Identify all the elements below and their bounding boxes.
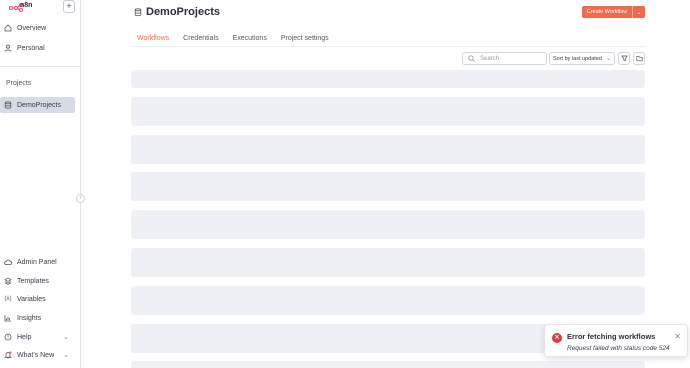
chevron-down-icon: ⌄ bbox=[63, 334, 69, 341]
tab-executions[interactable]: Executions bbox=[226, 33, 274, 47]
loading-placeholder-row bbox=[131, 70, 645, 88]
chevron-down-icon[interactable]: ⌄ bbox=[633, 9, 645, 16]
loading-placeholder-row bbox=[131, 97, 645, 126]
error-icon: ✕ bbox=[552, 333, 562, 343]
page-title-text: DemoProjects bbox=[146, 6, 220, 18]
search-icon bbox=[468, 55, 475, 62]
create-workflow-label: Create Workflow bbox=[586, 9, 628, 15]
tab-project-settings[interactable]: Project settings bbox=[274, 33, 336, 47]
toast-message: Request failed with status code 524 bbox=[567, 345, 670, 352]
sidebar-item-label: What's New bbox=[17, 351, 55, 359]
sidebar-item-templates[interactable]: Templates bbox=[3, 274, 75, 288]
chevron-down-icon: ⌄ bbox=[63, 352, 69, 359]
sidebar-item-insights[interactable]: Insights bbox=[3, 311, 75, 325]
folder-view-button[interactable] bbox=[633, 52, 645, 65]
sidebar-item-whats-new[interactable]: What's New ⌄ bbox=[3, 348, 75, 362]
add-button[interactable]: + bbox=[63, 0, 75, 13]
tab-workflows[interactable]: Workflows bbox=[130, 33, 177, 47]
sidebar-item-help[interactable]: ? Help ⌄ bbox=[3, 330, 75, 344]
collapse-sidebar-button[interactable]: ‹ bbox=[76, 194, 85, 203]
sidebar-item-label: Admin Panel bbox=[17, 258, 57, 266]
sidebar-item-label: Templates bbox=[17, 277, 49, 285]
sidebar: n8n + Overview Personal Projects DemoPro… bbox=[0, 0, 85, 368]
sidebar-item-personal[interactable]: Personal bbox=[3, 41, 75, 55]
page-title: DemoProjects bbox=[134, 6, 220, 18]
loading-placeholder-row bbox=[131, 286, 645, 315]
close-icon[interactable]: ✕ bbox=[674, 332, 681, 341]
sidebar-item-label: Insights bbox=[17, 314, 42, 322]
database-icon bbox=[134, 7, 142, 17]
project-tabs: Workflows Credentials Executions Project… bbox=[130, 33, 336, 47]
tabs-underline bbox=[130, 46, 645, 47]
home-icon bbox=[3, 24, 13, 32]
bell-icon bbox=[3, 351, 13, 359]
sidebar-item-variables[interactable]: (x) Variables bbox=[3, 292, 75, 306]
error-toast: ✕ Error fetching workflows Request faile… bbox=[544, 324, 688, 357]
divider bbox=[0, 66, 81, 67]
sidebar-item-label: Help bbox=[17, 333, 32, 341]
sort-value: Sort by last updated bbox=[553, 55, 602, 62]
logo-row: n8n + bbox=[0, 0, 81, 15]
sort-select[interactable]: Sort by last updated ⌄ bbox=[549, 52, 615, 65]
cloud-icon bbox=[3, 258, 13, 266]
layers-icon bbox=[3, 277, 13, 285]
sidebar-item-label: Personal bbox=[17, 44, 45, 52]
help-icon: ? bbox=[3, 333, 13, 341]
chevron-down-icon: ⌄ bbox=[605, 56, 611, 62]
sidebar-item-label: Variables bbox=[17, 295, 46, 303]
sidebar-item-demoprojects[interactable]: DemoProjects bbox=[0, 97, 75, 113]
toast-title: Error fetching workflows bbox=[567, 332, 656, 341]
sidebar-item-admin-panel[interactable]: Admin Panel bbox=[3, 255, 75, 269]
user-icon bbox=[3, 44, 13, 52]
database-icon bbox=[3, 101, 13, 109]
tab-credentials[interactable]: Credentials bbox=[176, 33, 225, 47]
chart-icon bbox=[3, 314, 13, 322]
filter-button[interactable] bbox=[618, 52, 630, 65]
projects-section-label: Projects bbox=[6, 80, 32, 87]
variables-icon: (x) bbox=[4, 296, 12, 302]
search-placeholder: Search bbox=[480, 55, 500, 62]
logo-text: n8n bbox=[20, 2, 33, 9]
loading-placeholder-row bbox=[131, 248, 645, 277]
loading-placeholder-row bbox=[131, 210, 645, 239]
loading-placeholder-row bbox=[131, 172, 645, 201]
loading-placeholder-row bbox=[131, 361, 645, 368]
svg-text:?: ? bbox=[7, 335, 10, 340]
loading-placeholder-row bbox=[131, 135, 645, 164]
sidebar-item-overview[interactable]: Overview bbox=[3, 21, 75, 35]
search-input[interactable]: Search bbox=[462, 52, 547, 65]
sidebar-item-label: Overview bbox=[17, 24, 47, 32]
sidebar-item-label: DemoProjects bbox=[17, 101, 61, 109]
create-workflow-button[interactable]: Create Workflow ⌄ bbox=[582, 6, 645, 18]
folder-icon bbox=[635, 56, 643, 62]
filter-icon bbox=[620, 55, 628, 62]
